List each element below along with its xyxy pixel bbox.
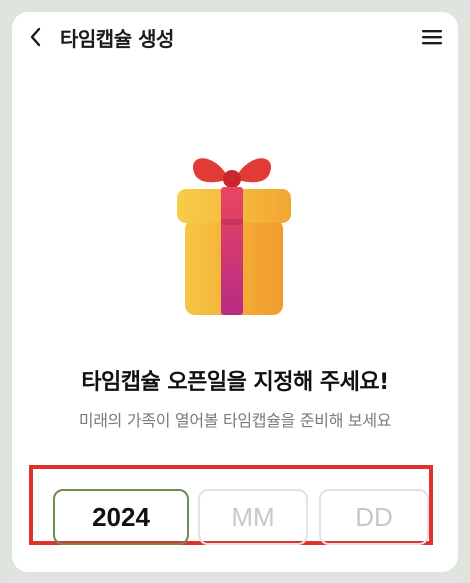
month-field[interactable]: MM: [198, 489, 308, 545]
app-header: 타임캡슐 생성: [12, 12, 458, 62]
day-field[interactable]: DD: [319, 489, 429, 545]
gift-illustration: [157, 147, 307, 322]
date-input-group: 2024 MM DD: [29, 465, 433, 545]
gift-box-icon: [177, 158, 291, 315]
chevron-left-icon: [30, 27, 41, 47]
subline: 미래의 가족이 열어볼 타임캡슐을 준비해 보세요: [78, 411, 392, 430]
back-button[interactable]: [24, 25, 48, 49]
headline: 타임캡슐 오픈일을 지정해 주세요!: [81, 370, 389, 395]
year-field[interactable]: 2024: [53, 489, 189, 545]
page-title: 타임캡슐 생성: [60, 27, 174, 51]
menu-button[interactable]: [420, 26, 444, 48]
app-screen: 타임캡슐 생성 타임캡슐 오픈일을 지정해 주세요! 미래의 가족이 열어볼 타…: [12, 12, 458, 572]
device-frame: 타임캡슐 생성 타임캡슐 오픈일을 지정해 주세요! 미래의 가족이 열어볼 타…: [0, 0, 470, 583]
hamburger-menu-icon: [422, 30, 442, 45]
